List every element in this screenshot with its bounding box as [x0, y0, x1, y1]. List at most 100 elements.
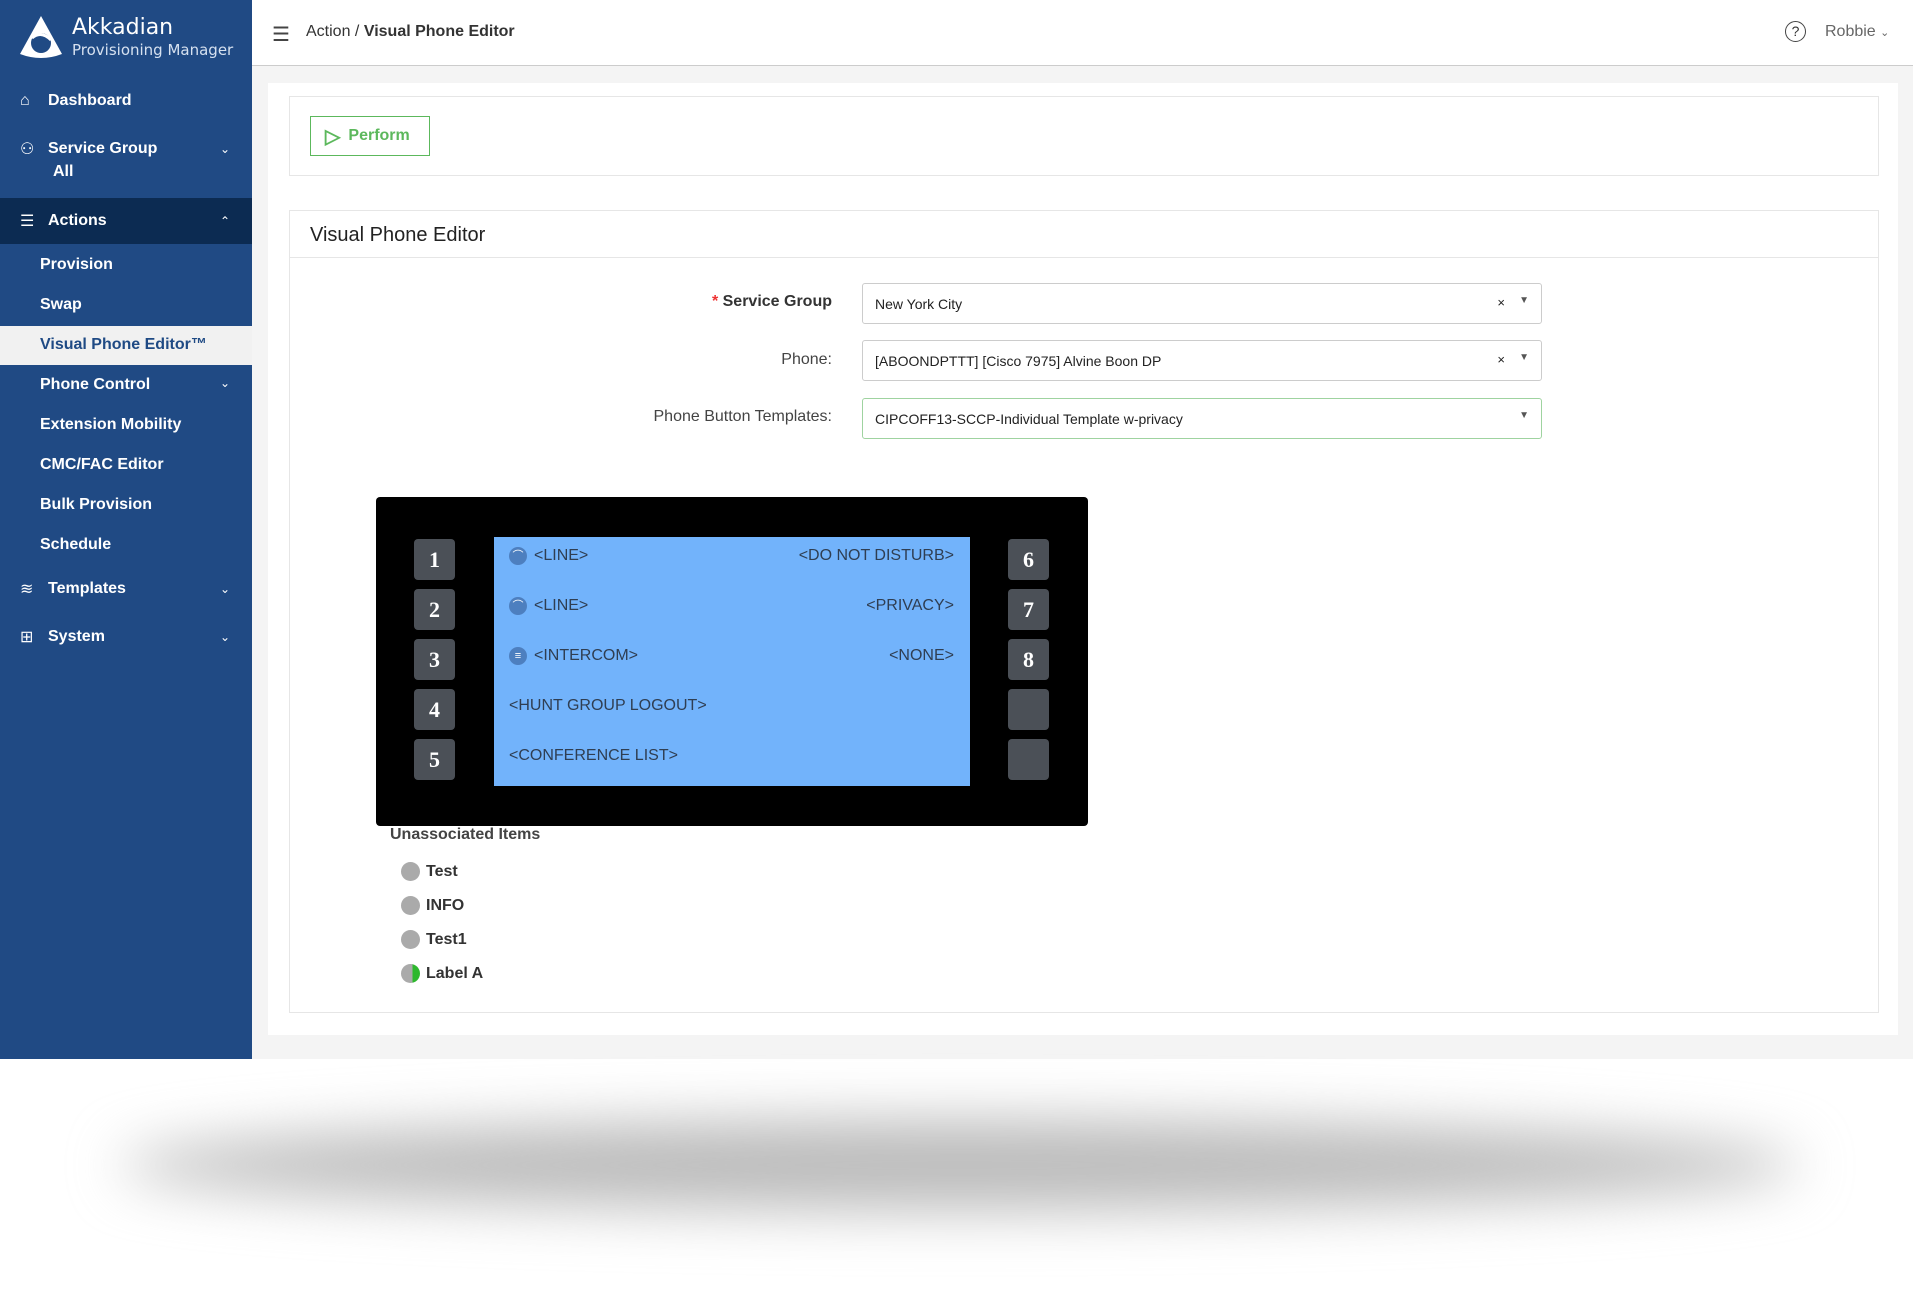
service-group-value: All	[53, 163, 74, 180]
sidebar-item-phone-control[interactable]: Phone Control ⌄	[40, 376, 240, 394]
brand-name: Akkadian	[72, 15, 174, 40]
caret-down-icon: ▼	[1519, 295, 1529, 306]
item-label: Label A	[426, 964, 484, 982]
screen-line-8[interactable]: <NONE>	[889, 647, 954, 665]
user-menu[interactable]: Robbie ⌄	[1825, 23, 1889, 41]
template-label: Phone Button Templates:	[653, 408, 833, 425]
users-icon: ⚇	[20, 141, 35, 158]
screen-line-2[interactable]: ⌒ <LINE>	[509, 597, 588, 615]
sidebar-item-schedule[interactable]: Schedule	[40, 536, 111, 554]
page-shadow	[120, 1120, 1800, 1210]
intercom-icon: ≡	[509, 647, 527, 665]
selected-value: [ABOONDPTTT] [Cisco 7975] Alvine Boon DP	[875, 353, 1162, 369]
phone-right-button-5[interactable]	[1008, 739, 1049, 780]
breadcrumb-parent[interactable]: Action /	[306, 23, 359, 40]
sidebar-item-label: Templates	[48, 580, 126, 597]
selected-value: CIPCOFF13-SCCP-Individual Template w-pri…	[875, 411, 1183, 427]
sidebar-item-label: Service Group	[48, 140, 158, 157]
button-label: <LINE>	[534, 597, 589, 615]
sitemap-icon: ⊞	[20, 629, 34, 646]
checklist-icon: ☰	[20, 213, 35, 230]
layers-icon: ≋	[20, 581, 34, 598]
clear-icon[interactable]: ×	[1497, 352, 1505, 367]
user-name: Robbie	[1825, 23, 1876, 40]
unassociated-item[interactable]: Test1	[401, 930, 467, 949]
phone-select[interactable]: [ABOONDPTTT] [Cisco 7975] Alvine Boon DP…	[862, 340, 1542, 381]
sidebar-item-service-group[interactable]: ⚇ Service Group ⌄	[0, 136, 252, 162]
phone-left-button-5[interactable]: 5	[414, 739, 455, 780]
toolbar-card: ▷ Perform	[289, 96, 1879, 176]
sidebar-item-label: System	[48, 628, 105, 645]
breadcrumb: Action / Visual Phone Editor	[306, 23, 515, 41]
service-group-select[interactable]: New York City × ▼	[862, 283, 1542, 324]
akkadian-logo-icon	[20, 16, 62, 58]
unassociated-item[interactable]: Test	[401, 862, 458, 881]
phone-line-icon: ⌒	[509, 597, 527, 615]
sidebar-item-extension-mobility[interactable]: Extension Mobility	[40, 416, 181, 434]
phone-right-button-1[interactable]: 6	[1008, 539, 1049, 580]
caret-down-icon: ▼	[1519, 352, 1529, 363]
phone-left-button-1[interactable]: 1	[414, 539, 455, 580]
sidebar-item-actions[interactable]: ☰ Actions ⌃	[0, 198, 252, 244]
breadcrumb-current: Visual Phone Editor	[363, 23, 515, 40]
sidebar-item-cmc-fac-editor[interactable]: CMC/FAC Editor	[40, 456, 164, 474]
label-icon	[401, 930, 420, 949]
sidebar-item-provision[interactable]: Provision	[40, 256, 113, 274]
chevron-down-icon: ⌄	[219, 582, 230, 596]
perform-button[interactable]: ▷ Perform	[310, 116, 430, 156]
hamburger-menu-icon[interactable]: ☰	[272, 22, 290, 47]
chevron-down-icon: ⌄	[219, 142, 230, 156]
phone-left-button-4[interactable]: 4	[414, 689, 455, 730]
sidebar-item-bulk-provision[interactable]: Bulk Provision	[40, 496, 152, 514]
chevron-down-icon: ⌄	[219, 630, 230, 644]
help-icon[interactable]: ?	[1785, 21, 1806, 42]
phone-left-button-3[interactable]: 3	[414, 639, 455, 680]
chevron-down-icon: ⌄	[220, 376, 231, 390]
screen-line-7[interactable]: <PRIVACY>	[866, 597, 954, 615]
label-icon	[401, 862, 420, 881]
phone-right-button-3[interactable]: 8	[1008, 639, 1049, 680]
sidebar: Akkadian Provisioning Manager ⌂ Dashboard…	[0, 0, 252, 1059]
chevron-up-icon: ⌃	[219, 214, 230, 228]
label-text: Service Group	[722, 293, 832, 310]
card-title: Visual Phone Editor	[310, 224, 486, 246]
screen-line-4[interactable]: <HUNT GROUP LOGOUT>	[509, 697, 707, 715]
sidebar-item-system[interactable]: ⊞ System ⌄	[0, 624, 252, 650]
unassociated-item[interactable]: INFO	[401, 896, 464, 915]
sidebar-item-visual-phone-editor[interactable]: Visual Phone Editor™	[40, 336, 207, 354]
screen-line-6[interactable]: <DO NOT DISTURB>	[799, 547, 954, 565]
service-group-label: * Service Group	[712, 293, 832, 311]
perform-label: Perform	[348, 127, 410, 144]
phone-label: Phone:	[781, 351, 832, 368]
unassociated-items-title: Unassociated Items	[390, 826, 541, 843]
item-label: INFO	[426, 896, 465, 914]
sidebar-item-label: Dashboard	[48, 92, 132, 109]
phone-button-template-select[interactable]: CIPCOFF13-SCCP-Individual Template w-pri…	[862, 398, 1542, 439]
sidebar-item-templates[interactable]: ≋ Templates ⌄	[0, 576, 252, 602]
brand-subtitle: Provisioning Manager	[72, 41, 234, 59]
divider	[290, 257, 1878, 258]
selected-value: New York City	[875, 296, 963, 312]
screen-line-3[interactable]: ≡ <INTERCOM>	[509, 647, 638, 665]
item-label: Test	[426, 862, 458, 880]
phone-left-button-2[interactable]: 2	[414, 589, 455, 630]
clear-icon[interactable]: ×	[1497, 295, 1505, 310]
sidebar-item-label: Phone Control	[40, 376, 151, 393]
unassociated-item[interactable]: Label A	[401, 964, 483, 983]
item-label: Test1	[426, 930, 467, 948]
sidebar-item-label: Actions	[48, 212, 107, 229]
phone-right-button-4[interactable]	[1008, 689, 1049, 730]
caret-down-icon: ▼	[1519, 410, 1529, 421]
play-icon: ▷	[325, 125, 341, 148]
button-label: <LINE>	[534, 547, 589, 565]
label-icon	[401, 964, 420, 983]
phone-line-icon: ⌒	[509, 547, 527, 565]
screen-line-1[interactable]: ⌒ <LINE>	[509, 547, 588, 565]
phone-right-button-2[interactable]: 7	[1008, 589, 1049, 630]
sidebar-item-swap[interactable]: Swap	[40, 296, 82, 314]
chevron-down-icon: ⌄	[1880, 27, 1890, 39]
sidebar-item-dashboard[interactable]: ⌂ Dashboard	[0, 88, 252, 114]
screen-line-5[interactable]: <CONFERENCE LIST>	[509, 747, 678, 765]
button-label: <INTERCOM>	[534, 647, 639, 665]
required-mark: *	[711, 293, 719, 310]
